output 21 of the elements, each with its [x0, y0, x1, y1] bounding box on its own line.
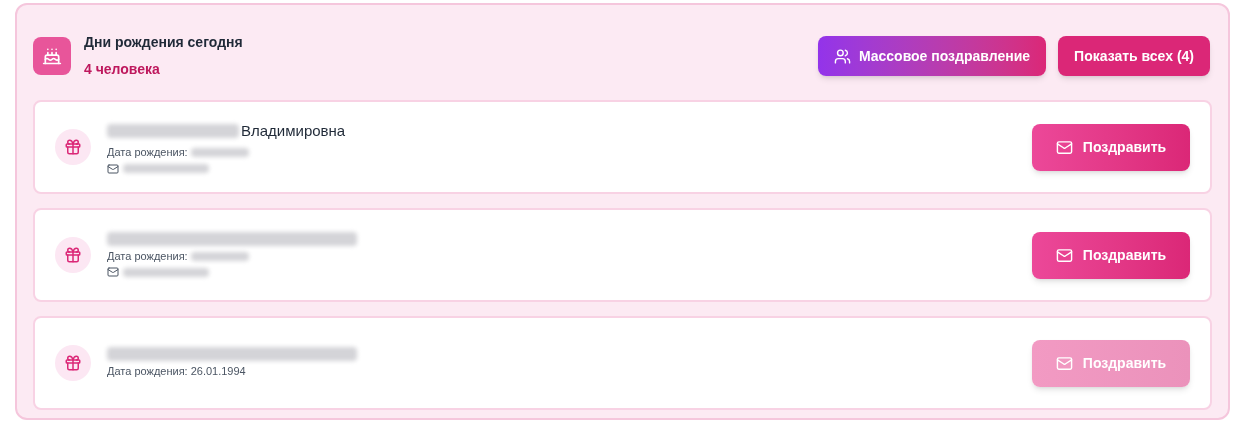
mail-icon — [1055, 354, 1073, 372]
person-name: Владимировна — [241, 120, 346, 141]
congratulate-button[interactable]: Поздравить — [1032, 231, 1190, 279]
mail-icon — [1055, 138, 1073, 156]
mail-icon — [1055, 246, 1073, 264]
show-all-button[interactable]: Показать всех (4) — [1058, 36, 1210, 76]
panel-title: Дни рождения сегодня — [84, 33, 243, 52]
congratulate-button[interactable]: Поздравить — [1032, 123, 1190, 171]
mail-icon — [107, 266, 119, 279]
gift-icon — [55, 237, 91, 273]
birth-date: 26.01.1994 — [190, 363, 246, 379]
mail-icon — [107, 162, 119, 175]
gift-icon — [55, 345, 91, 381]
people-count: 4 человека — [84, 60, 161, 79]
users-icon — [833, 47, 851, 65]
birth-date-label: Дата рождения: — [107, 363, 188, 379]
mass-greeting-button[interactable]: Массовое поздравление — [817, 36, 1047, 76]
gift-icon — [55, 129, 91, 165]
birth-date-label: Дата рождения: — [107, 248, 188, 264]
birth-date-label: Дата рождения: — [107, 145, 188, 160]
cake-icon — [33, 37, 71, 75]
